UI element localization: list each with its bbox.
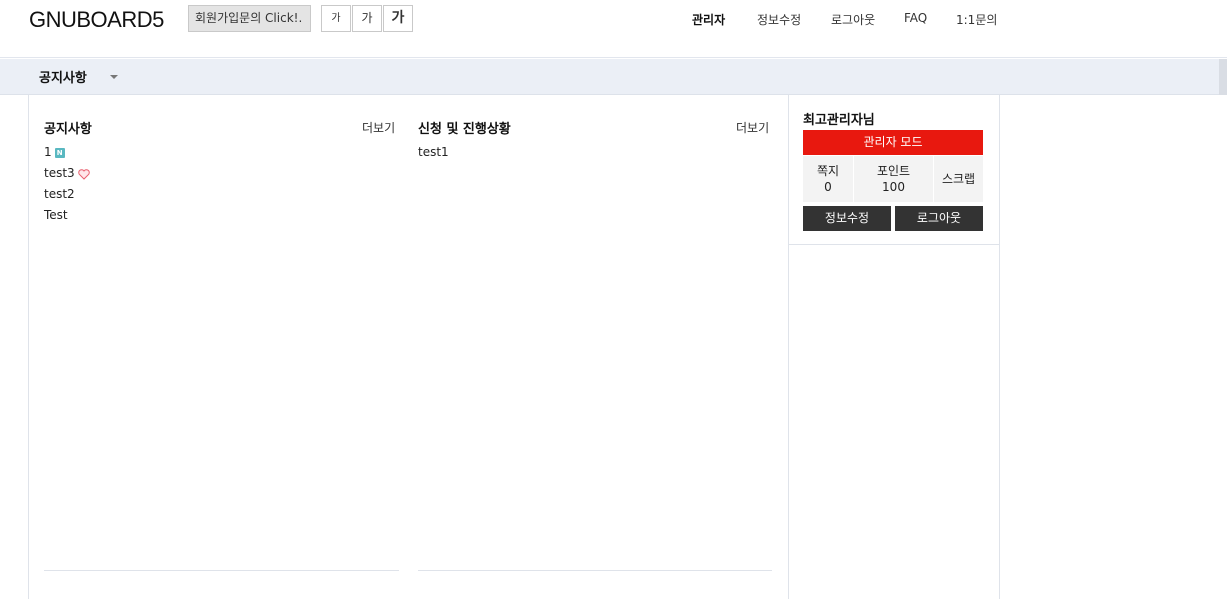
new-icon: N	[54, 148, 65, 158]
list-item: 1 N	[44, 144, 90, 165]
font-size-controls: 가 가 가	[321, 5, 414, 32]
site-logo[interactable]: GNUBOARD5	[29, 7, 164, 33]
latest-title[interactable]: 공지사항	[44, 118, 92, 137]
stat-value: 100	[882, 180, 905, 194]
memo-stat[interactable]: 쪽지 0	[803, 156, 854, 202]
stat-label: 포인트	[876, 164, 911, 178]
header: GNUBOARD5 회원가입문의 Click!. 가 가 가 관리자 정보수정 …	[0, 0, 1227, 58]
signup-inquiry-banner[interactable]: 회원가입문의 Click!.	[188, 5, 311, 32]
post-list: test1	[418, 144, 449, 165]
point-stat[interactable]: 포인트 100	[854, 156, 934, 202]
latest-title[interactable]: 신청 및 진행상황	[418, 118, 511, 137]
stat-value: 0	[824, 180, 832, 194]
nav-faq-link[interactable]: FAQ	[904, 11, 927, 25]
nav-logout-link[interactable]: 로그아웃	[831, 11, 875, 28]
user-nickname[interactable]: 최고관리자님	[803, 109, 875, 128]
more-link[interactable]: 더보기	[362, 119, 395, 136]
gnb-item-notice[interactable]: 공지사항	[39, 67, 87, 86]
edit-profile-button[interactable]: 정보수정	[803, 206, 891, 231]
list-item: test1	[418, 144, 449, 165]
post-link[interactable]: test3	[44, 165, 75, 181]
font-large-button[interactable]: 가	[383, 5, 413, 32]
list-item: Test	[44, 207, 90, 228]
admin-mode-button[interactable]: 관리자 모드	[803, 130, 983, 155]
stat-label: 스크랩	[941, 172, 976, 186]
stat-label: 쪽지	[816, 164, 840, 178]
font-small-button[interactable]: 가	[321, 5, 351, 32]
post-link[interactable]: 1	[44, 144, 52, 160]
nav-admin-link[interactable]: 관리자	[692, 11, 725, 28]
post-link[interactable]: test1	[418, 144, 449, 160]
scrap-stat[interactable]: 스크랩	[934, 156, 983, 202]
font-medium-button[interactable]: 가	[352, 5, 382, 32]
divider	[44, 570, 399, 571]
content-border-right	[999, 95, 1000, 599]
list-item: test3	[44, 165, 90, 186]
list-item: test2	[44, 186, 90, 207]
main-nav-bar: 공지사항	[0, 59, 1227, 95]
nav-edit-profile-link[interactable]: 정보수정	[757, 11, 801, 28]
chevron-down-icon[interactable]	[110, 75, 118, 79]
outlogin-panel: 최고관리자님 관리자 모드 쪽지 0 포인트 100 스크랩 정보수정 로그아웃	[789, 95, 999, 245]
divider	[418, 570, 772, 571]
logout-button[interactable]: 로그아웃	[895, 206, 983, 231]
scrollbar-track	[1219, 59, 1227, 95]
post-link[interactable]: test2	[44, 186, 75, 202]
nav-qa-link[interactable]: 1:1문의	[956, 11, 997, 28]
content-border-left	[28, 95, 29, 599]
outlogin-buttons: 정보수정 로그아웃	[803, 206, 983, 231]
heart-icon	[77, 168, 90, 184]
post-link[interactable]: Test	[44, 207, 68, 223]
user-stats: 쪽지 0 포인트 100 스크랩	[803, 156, 983, 202]
more-link[interactable]: 더보기	[736, 119, 769, 136]
post-list: 1 N test3 test2 Test	[44, 144, 90, 228]
